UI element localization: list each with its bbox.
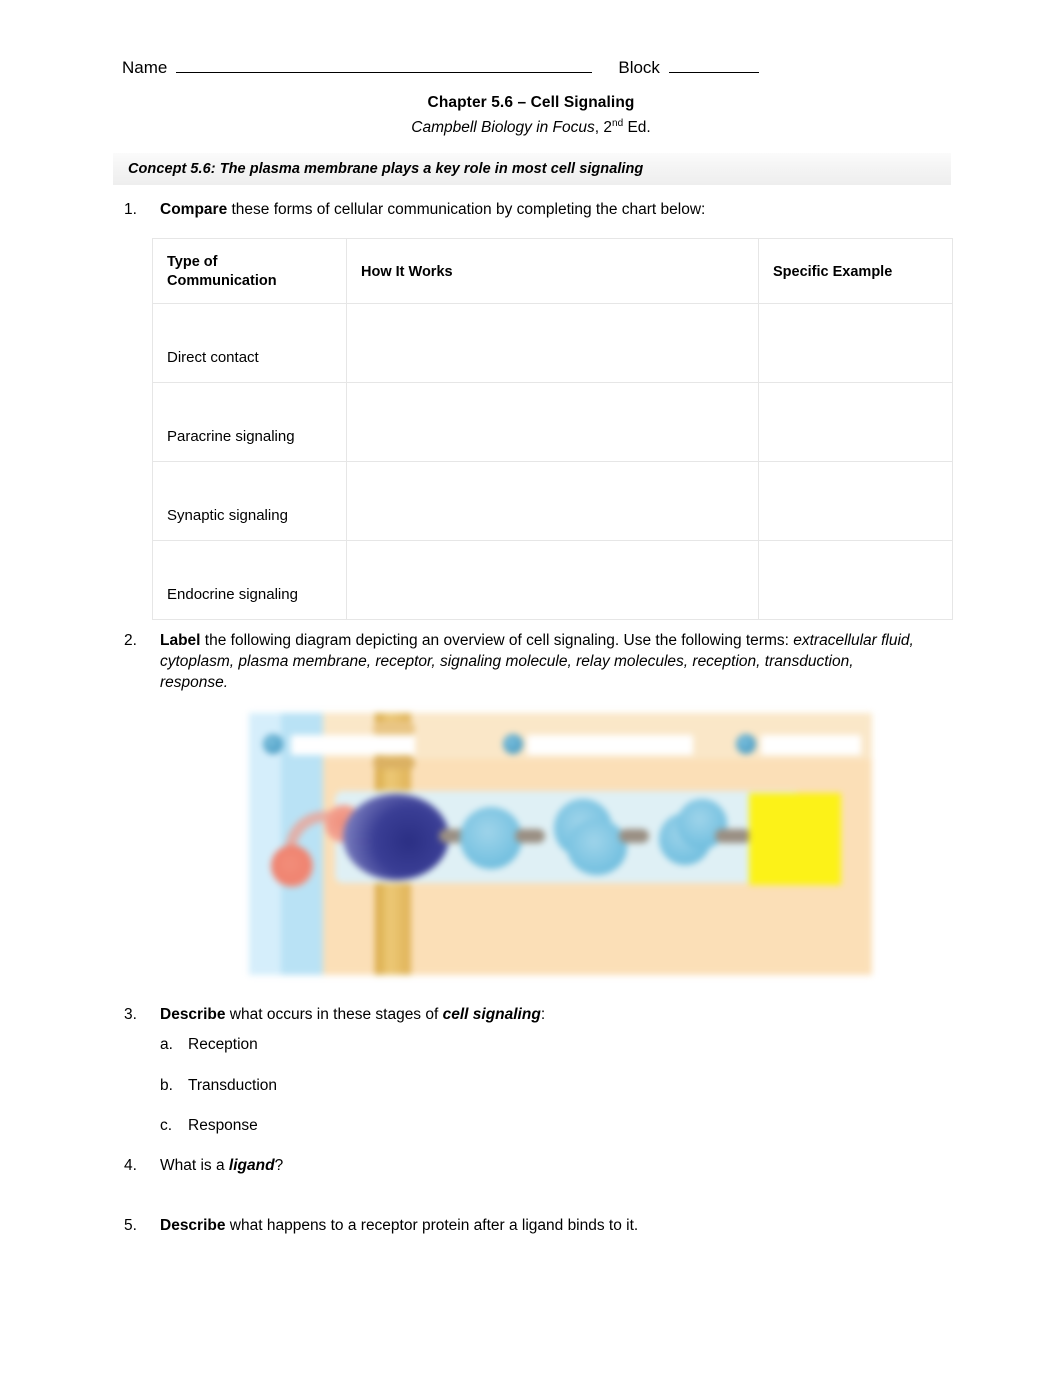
cell-example-synaptic[interactable] bbox=[758, 461, 953, 541]
response-output-box bbox=[749, 793, 841, 885]
stage-label-blank-1[interactable] bbox=[291, 735, 415, 755]
table-row: Synaptic signaling bbox=[152, 461, 953, 541]
column-header-specific-example-text: Specific Example bbox=[773, 264, 893, 280]
name-label: Name bbox=[122, 58, 168, 77]
block-label: Block bbox=[618, 58, 660, 77]
question-5-keyword: Describe bbox=[160, 1217, 226, 1234]
question-5-text: Describe what happens to a receptor prot… bbox=[160, 1215, 914, 1236]
column-header-type-line1: Type of bbox=[167, 254, 218, 270]
cell-type-paracrine: Paracrine signaling bbox=[152, 382, 347, 462]
name-blank-line[interactable] bbox=[176, 58, 593, 73]
cell-type-synaptic: Synaptic signaling bbox=[152, 461, 347, 541]
edition-ordinal: nd bbox=[612, 118, 624, 129]
question-3-mid: what occurs in these stages of bbox=[225, 1006, 443, 1023]
question-5-number: 5. bbox=[124, 1217, 137, 1234]
question-5: 5. Describe what happens to a receptor p… bbox=[124, 1215, 914, 1236]
cell-type-endocrine: Endocrine signaling bbox=[152, 540, 347, 620]
block-blank-line[interactable] bbox=[668, 58, 759, 73]
page-title: Chapter 5.6 – Cell Signaling bbox=[427, 94, 635, 111]
stage-label-blank-2[interactable] bbox=[527, 735, 693, 755]
cell-how-synaptic[interactable] bbox=[346, 461, 759, 541]
pathway-connector-icon bbox=[515, 829, 545, 843]
cell-type-paracrine-text: Paracrine signaling bbox=[167, 428, 295, 445]
stage-label-blank-3[interactable] bbox=[761, 735, 861, 755]
document-page: Name Block Chapter 5.6 – Cell Signaling … bbox=[0, 0, 1062, 1377]
question-2-keyword: Label bbox=[160, 632, 201, 649]
question-3-sub-c-text: Response bbox=[188, 1117, 258, 1134]
table-row: Paracrine signaling bbox=[152, 382, 953, 462]
book-title: Campbell Biology in Focus bbox=[411, 119, 595, 137]
cell-signaling-diagram bbox=[249, 713, 872, 975]
name-block-row: Name Block bbox=[122, 58, 940, 84]
edition-sep: , 2 bbox=[594, 119, 613, 137]
cell-example-paracrine[interactable] bbox=[758, 382, 953, 462]
table-row: Direct contact bbox=[152, 303, 953, 383]
stage-marker-2-icon bbox=[503, 734, 523, 754]
question-3-sub-a-text: Reception bbox=[188, 1036, 258, 1053]
diagram-canvas bbox=[249, 713, 872, 975]
table-header-row: Type of Communication How It Works Speci… bbox=[152, 238, 953, 304]
pathway-connector-icon bbox=[619, 829, 649, 843]
cell-example-endocrine[interactable] bbox=[758, 540, 953, 620]
question-4-end: ? bbox=[274, 1157, 284, 1174]
question-3-sub-c: c. Response bbox=[160, 1115, 258, 1136]
table-row: Endocrine signaling bbox=[152, 540, 953, 620]
relay-molecule bbox=[567, 819, 627, 875]
cell-how-direct-contact[interactable] bbox=[346, 303, 759, 383]
cell-how-paracrine[interactable] bbox=[346, 382, 759, 462]
title-block: Chapter 5.6 – Cell Signaling Campbell Bi… bbox=[0, 93, 1062, 138]
question-4-text: What is a ligand? bbox=[160, 1155, 914, 1176]
column-header-type-line2: Communication bbox=[167, 273, 277, 289]
membrane-cap-lower bbox=[373, 757, 415, 769]
question-3-end: : bbox=[540, 1006, 546, 1023]
cell-type-direct-contact-text: Direct contact bbox=[167, 349, 259, 366]
pathway-connector-icon bbox=[715, 829, 751, 843]
page-subtitle: Campbell Biology in Focus, 2nd Ed. bbox=[0, 113, 1062, 138]
column-header-specific-example: Specific Example bbox=[758, 238, 953, 304]
question-3-number: 3. bbox=[124, 1006, 137, 1023]
question-3-sub-b-text: Transduction bbox=[188, 1077, 278, 1094]
receptor-protein bbox=[343, 794, 449, 880]
question-2-rest: the following diagram depicting an overv… bbox=[200, 632, 789, 649]
communication-comparison-table: Type of Communication How It Works Speci… bbox=[152, 238, 953, 620]
edition-end: Ed. bbox=[623, 119, 651, 137]
cell-type-endocrine-text: Endocrine signaling bbox=[167, 586, 298, 603]
stage-marker-3-icon bbox=[736, 734, 756, 754]
column-header-type: Type of Communication bbox=[152, 238, 347, 304]
column-header-how-it-works: How It Works bbox=[346, 238, 759, 304]
question-1: 1. Compare these forms of cellular commu… bbox=[124, 199, 944, 220]
question-3-sub-b-letter: b. bbox=[160, 1077, 173, 1094]
question-3-sub-b: b. Transduction bbox=[160, 1075, 277, 1096]
question-3-sub-a-letter: a. bbox=[160, 1036, 173, 1053]
question-5-rest: what happens to a receptor protein after… bbox=[225, 1217, 639, 1234]
question-4-term: ligand bbox=[228, 1157, 275, 1174]
concept-banner-text: Concept 5.6: The plasma membrane plays a… bbox=[128, 161, 644, 177]
cell-type-direct-contact: Direct contact bbox=[152, 303, 347, 383]
question-2-number: 2. bbox=[124, 632, 137, 649]
question-4: 4. What is a ligand? bbox=[124, 1155, 914, 1176]
question-1-keyword: Compare bbox=[160, 201, 228, 218]
cell-how-endocrine[interactable] bbox=[346, 540, 759, 620]
relay-molecule bbox=[460, 807, 522, 869]
question-1-text: Compare these forms of cellular communic… bbox=[160, 199, 944, 220]
question-4-number: 4. bbox=[124, 1157, 137, 1174]
cell-type-synaptic-text: Synaptic signaling bbox=[167, 507, 288, 524]
question-2-text: Label the following diagram depicting an… bbox=[160, 630, 914, 693]
question-1-rest: these forms of cellular communication by… bbox=[227, 201, 706, 218]
concept-banner: Concept 5.6: The plasma membrane plays a… bbox=[113, 153, 951, 185]
cell-example-direct-contact[interactable] bbox=[758, 303, 953, 383]
question-3-keyword: Describe bbox=[160, 1006, 226, 1023]
question-2: 2. Label the following diagram depicting… bbox=[124, 630, 914, 693]
question-3-sub-c-letter: c. bbox=[160, 1117, 173, 1134]
question-3-text: Describe what occurs in these stages of … bbox=[160, 1004, 914, 1025]
signaling-molecule-free bbox=[271, 845, 313, 887]
stage-marker-1-icon bbox=[263, 734, 283, 754]
column-header-how-it-works-text: How It Works bbox=[361, 264, 453, 280]
question-3-term: cell signaling bbox=[442, 1006, 541, 1023]
question-3-sub-a: a. Reception bbox=[160, 1034, 258, 1055]
question-1-number: 1. bbox=[124, 201, 137, 218]
question-3: 3. Describe what occurs in these stages … bbox=[124, 1004, 914, 1025]
question-4-pre: What is a bbox=[160, 1157, 229, 1174]
